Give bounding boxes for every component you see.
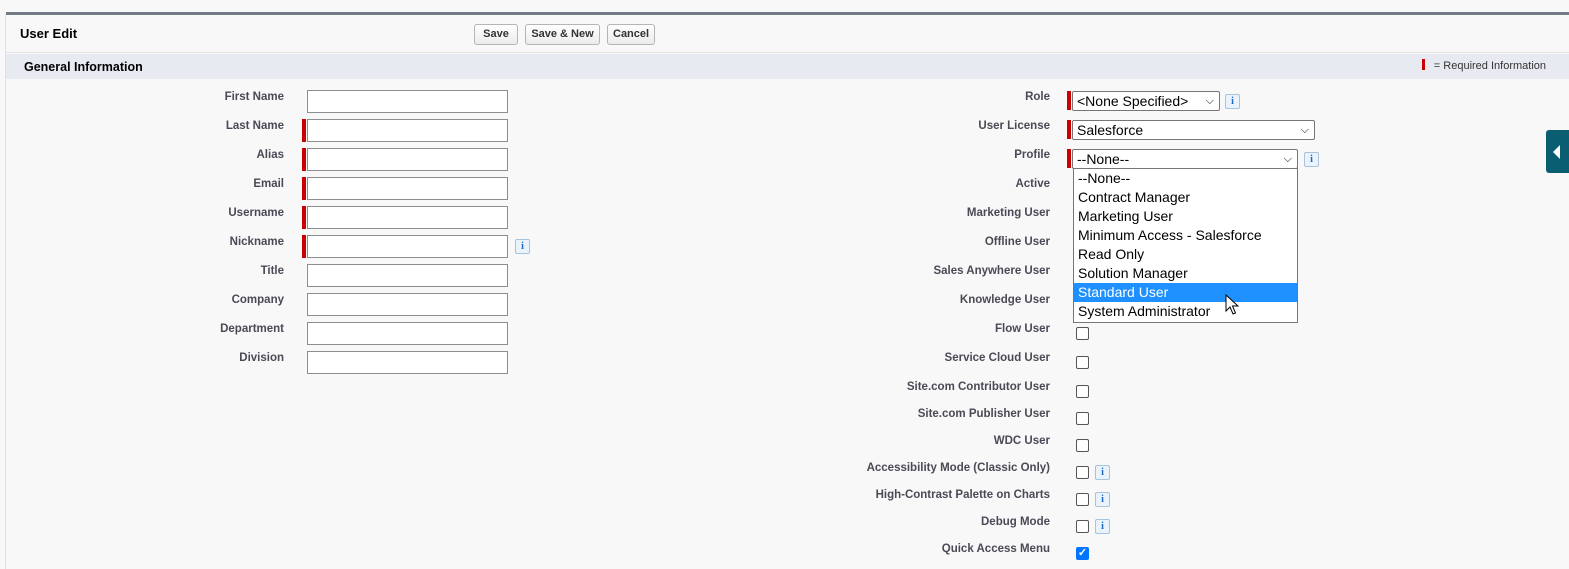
required-marker [1067,149,1071,168]
label-marketing-user: Marketing User [966,207,1050,219]
label-active: Active [1015,178,1050,190]
required-marker [302,235,306,258]
high-contrast-checkbox[interactable] [1076,493,1089,506]
division-input[interactable] [307,351,508,374]
sitecom-publisher-user-checkbox[interactable] [1076,412,1089,425]
required-marker [302,177,306,200]
user-license-select[interactable]: Salesforce ⌵ [1072,120,1315,140]
user-license-select-value: Salesforce [1077,122,1144,138]
info-icon[interactable]: i [515,239,530,254]
cancel-button[interactable]: Cancel [607,24,655,45]
required-marker [302,119,306,142]
email-input[interactable] [307,177,508,200]
company-input[interactable] [307,293,508,316]
dropdown-option[interactable]: Marketing User [1074,207,1297,226]
chevron-down-icon: ⌵ [1300,124,1309,136]
dropdown-option[interactable]: Read Only [1074,245,1297,264]
profile-select-value: --None-- [1077,151,1130,167]
label-last-name: Last Name [225,120,284,132]
required-marker [1067,91,1071,110]
sidebar-toggle-button[interactable] [1546,130,1569,173]
page-title: User Edit [20,26,78,41]
label-sitecom-contributor-user: Site.com Contributor User [906,381,1050,393]
service-cloud-user-checkbox[interactable] [1076,356,1089,369]
label-title: Title [260,265,284,277]
label-quick-access-menu: Quick Access Menu [941,543,1050,555]
label-service-cloud-user: Service Cloud User [944,352,1050,364]
label-flow-user: Flow User [995,323,1050,335]
sitecom-contributor-user-checkbox[interactable] [1076,385,1089,398]
required-marker [302,148,306,171]
profile-select[interactable]: --None-- ⌵ [1072,149,1298,169]
dropdown-option[interactable]: Minimum Access - Salesforce [1074,226,1297,245]
label-department: Department [220,323,284,335]
required-marker [302,206,306,229]
label-division: Division [239,352,284,364]
label-sales-anywhere-user: Sales Anywhere User [933,265,1050,277]
dropdown-option-highlighted[interactable]: Standard User [1074,283,1297,302]
dropdown-option[interactable]: System Administrator [1074,302,1297,321]
label-username: Username [228,207,284,219]
username-input[interactable] [307,206,508,229]
dropdown-option[interactable]: Solution Manager [1074,264,1297,283]
title-input[interactable] [307,264,508,287]
page-header: User Edit [6,15,1569,53]
label-sitecom-publisher-user: Site.com Publisher User [917,408,1050,420]
label-email: Email [253,178,284,190]
label-knowledge-user: Knowledge User [959,294,1050,306]
quick-access-menu-checkbox[interactable]: ✓ [1076,547,1089,560]
role-select-value: <None Specified> [1077,93,1189,109]
nickname-input[interactable] [307,235,508,258]
mouse-cursor-icon [1225,294,1239,315]
last-name-input[interactable] [307,119,508,142]
info-icon[interactable]: i [1095,465,1110,480]
role-select[interactable]: <None Specified> ⌵ [1072,91,1220,111]
profile-dropdown-list[interactable]: --None-- Contract Manager Marketing User… [1073,168,1298,323]
label-debug-mode: Debug Mode [981,516,1050,528]
accessibility-mode-checkbox[interactable] [1076,466,1089,479]
label-high-contrast: High-Contrast Palette on Charts [875,489,1050,501]
section-title: General Information [24,60,143,74]
info-icon[interactable]: i [1304,152,1319,167]
save-and-new-button[interactable]: Save & New [525,24,600,45]
label-offline-user: Offline User [984,236,1050,248]
label-user-license: User License [978,120,1050,132]
chevron-down-icon: ⌵ [1205,95,1214,107]
wdc-user-checkbox[interactable] [1076,439,1089,452]
department-input[interactable] [307,322,508,345]
dropdown-option[interactable]: --None-- [1074,169,1297,188]
label-nickname: Nickname [229,236,284,248]
info-icon[interactable]: i [1095,492,1110,507]
required-marker [1421,59,1425,70]
collapse-arrow-icon [1553,145,1560,159]
label-wdc-user: WDC User [993,435,1050,447]
first-name-input[interactable] [307,90,508,113]
label-accessibility-mode: Accessibility Mode (Classic Only) [866,462,1050,474]
label-first-name: First Name [224,91,284,103]
label-alias: Alias [256,149,285,161]
label-role: Role [1025,91,1050,103]
flow-user-checkbox[interactable] [1076,327,1089,340]
label-company: Company [231,294,284,306]
required-marker [1067,120,1071,139]
chevron-down-icon: ⌵ [1283,153,1292,165]
label-profile: Profile [1014,149,1050,161]
required-legend-text: = Required Information [1433,60,1546,72]
info-icon[interactable]: i [1095,519,1110,534]
alias-input[interactable] [307,148,508,171]
debug-mode-checkbox[interactable] [1076,520,1089,533]
required-legend: = Required Information [1421,59,1546,72]
dropdown-option[interactable]: Contract Manager [1074,188,1297,207]
info-icon[interactable]: i [1225,94,1240,109]
section-header: General Information = Required Informati… [6,54,1569,79]
save-button[interactable]: Save [474,24,518,45]
